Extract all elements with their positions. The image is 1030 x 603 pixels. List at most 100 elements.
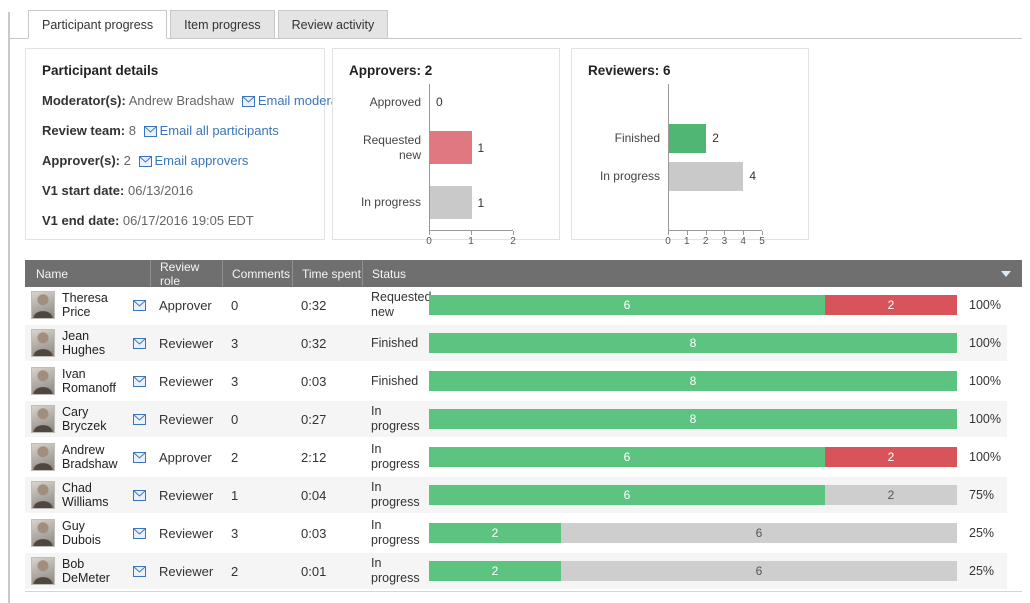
progress-segment-green: 6 — [429, 447, 825, 467]
participants-table: NameReview roleCommentsTime spentStatus … — [25, 260, 1022, 592]
progress-bar-cell: 62 — [427, 447, 957, 467]
review-role-cell: Reviewer — [150, 412, 222, 427]
envelope-icon[interactable] — [133, 338, 146, 349]
axis-tick — [471, 231, 472, 235]
tab-participant-progress[interactable]: Participant progress — [28, 10, 167, 39]
tab-item-progress[interactable]: Item progress — [170, 10, 274, 39]
progress-bar-cell: 8 — [427, 333, 957, 353]
chart-panel-approvers-2: Approvers: 2 Approved 0 Requested new 1 … — [332, 48, 560, 240]
progress-segment-green: 8 — [429, 371, 957, 391]
avatar — [31, 557, 55, 585]
envelope-icon[interactable] — [133, 490, 146, 501]
axis-tick — [668, 231, 669, 235]
email-link[interactable]: Email approvers — [139, 153, 249, 168]
axis-tick-label: 4 — [740, 236, 746, 247]
envelope-icon[interactable] — [133, 300, 146, 311]
comments-cell: 1 — [222, 488, 292, 503]
axis-tick-label: 2 — [703, 236, 709, 247]
axis-tick — [762, 231, 763, 235]
window-left-edge — [8, 12, 10, 603]
email-link-label: Email all participants — [160, 123, 279, 138]
table-row: Chad Williams Reviewer 1 0:04 In progres… — [25, 477, 1007, 513]
progress-bar-cell: 62 — [427, 295, 957, 315]
detail-value: 06/17/2016 19:05 EDT — [123, 213, 254, 228]
chart-title: Approvers: 2 — [349, 63, 543, 78]
participant-name: Chad Williams — [62, 481, 126, 510]
status-cell: In progress — [362, 442, 427, 472]
comments-cell: 0 — [222, 298, 292, 313]
chart-bar-row: Finished 2 — [588, 124, 792, 153]
progress-segment-green: 6 — [429, 485, 825, 505]
participant-name: Andrew Bradshaw — [62, 443, 126, 472]
axis-tick — [706, 231, 707, 235]
tab-content: Participant details Moderator(s): Andrew… — [25, 48, 1022, 592]
detail-label: V1 start date: — [42, 183, 124, 198]
detail-value: Andrew Bradshaw — [129, 93, 235, 108]
axis-tick-label: 5 — [759, 236, 765, 247]
progress-bar: 26 — [429, 561, 957, 581]
column-header-review-role[interactable]: Review role — [150, 260, 222, 287]
envelope-icon[interactable] — [133, 452, 146, 463]
envelope-icon[interactable] — [133, 566, 146, 577]
chart-title: Reviewers: 6 — [588, 63, 792, 78]
progress-segment-gray: 6 — [561, 561, 957, 581]
time-spent-cell: 0:32 — [292, 336, 362, 351]
progress-segment-gray: 6 — [561, 523, 957, 543]
time-spent-cell: 0:04 — [292, 488, 362, 503]
progress-bar-cell: 26 — [427, 561, 957, 581]
column-header-status[interactable]: Status — [362, 260, 1022, 287]
comments-cell: 3 — [222, 374, 292, 389]
email-link-label: Email approvers — [155, 153, 249, 168]
participant-details-list: Moderator(s): Andrew Bradshaw Email mode… — [42, 93, 308, 228]
progress-segment-green: 8 — [429, 409, 957, 429]
envelope-icon[interactable] — [133, 414, 146, 425]
axis-tick-label: 1 — [468, 236, 474, 247]
column-header-comments[interactable]: Comments — [222, 260, 292, 287]
name-cell: Bob DeMeter — [25, 557, 150, 586]
table-row: Ivan Romanoff Reviewer 3 0:03 Finished 8… — [25, 363, 1007, 399]
progress-segment-red: 2 — [825, 295, 957, 315]
table-row: Theresa Price Approver 0 0:32 Requested … — [25, 287, 1007, 323]
percent-cell: 100% — [957, 336, 1007, 350]
envelope-icon[interactable] — [133, 376, 146, 387]
comments-cell: 2 — [222, 564, 292, 579]
axis-tick-label: 1 — [684, 236, 690, 247]
chart-bar-value: 1 — [478, 141, 485, 155]
chart-bar — [430, 131, 472, 164]
detail-row: Review team: 8 Email all participants — [42, 123, 308, 138]
tab-review-activity[interactable]: Review activity — [278, 10, 389, 39]
chart-category-label: Approved — [349, 95, 421, 110]
email-link[interactable]: Email all participants — [144, 123, 279, 138]
progress-bar: 8 — [429, 409, 957, 429]
chevron-down-icon[interactable] — [1001, 271, 1011, 277]
progress-bar-cell: 62 — [427, 485, 957, 505]
avatar — [31, 405, 55, 433]
name-cell: Theresa Price — [25, 291, 150, 320]
avatar — [31, 367, 55, 395]
name-cell: Guy Dubois — [25, 519, 150, 548]
progress-segment-green: 8 — [429, 333, 957, 353]
column-header-time-spent[interactable]: Time spent — [292, 260, 362, 287]
comments-cell: 2 — [222, 450, 292, 465]
envelope-icon[interactable] — [133, 528, 146, 539]
chart-bar-value: 4 — [749, 169, 756, 183]
participant-name: Cary Bryczek — [62, 405, 126, 434]
comments-cell: 0 — [222, 412, 292, 427]
detail-row: V1 end date: 06/17/2016 19:05 EDT — [42, 213, 308, 228]
table-body: Theresa Price Approver 0 0:32 Requested … — [25, 287, 1022, 592]
status-cell: Requested new — [362, 290, 427, 320]
participant-details-title: Participant details — [42, 63, 308, 78]
axis-tick — [687, 231, 688, 235]
table-row: Andrew Bradshaw Approver 2 2:12 In progr… — [25, 439, 1007, 475]
detail-label: Moderator(s): — [42, 93, 126, 108]
avatar — [31, 329, 55, 357]
progress-bar-cell: 8 — [427, 371, 957, 391]
column-header-name[interactable]: Name — [25, 260, 150, 287]
envelope-icon — [144, 126, 157, 137]
status-cell: In progress — [362, 480, 427, 510]
detail-row: Moderator(s): Andrew Bradshaw Email mode… — [42, 93, 308, 108]
status-cell: In progress — [362, 404, 427, 434]
axis-tick — [743, 231, 744, 235]
detail-row: Approver(s): 2 Email approvers — [42, 153, 308, 168]
avatar — [31, 291, 55, 319]
